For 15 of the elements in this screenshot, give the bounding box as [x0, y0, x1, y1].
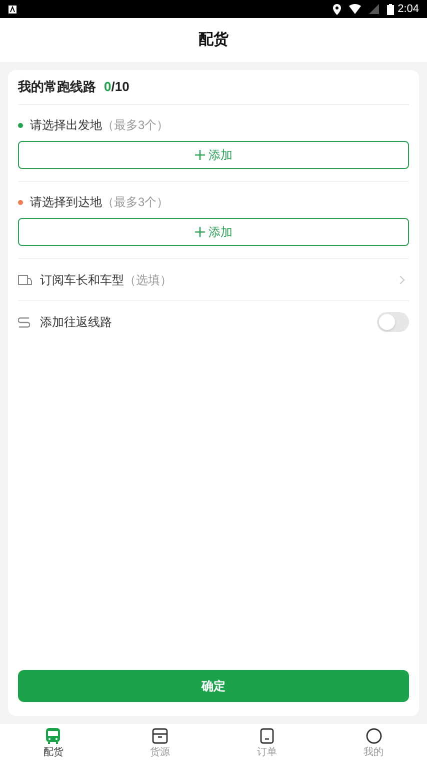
page-title: 配货 — [198, 30, 228, 50]
add-button[interactable]: 添加 — [18, 141, 409, 169]
clock-time: 2:04 — [398, 2, 419, 17]
confirm-button[interactable]: 确定 — [18, 670, 409, 702]
field-label: 请选择出发地（最多3个） — [30, 117, 169, 134]
option-label: 添加往返线路 — [40, 314, 113, 331]
field-label: 请选择到达地（最多3个） — [30, 194, 169, 211]
section-title: 我的常跑线路 — [18, 78, 96, 96]
nav-tab[interactable]: 货源 — [106, 724, 214, 760]
route-count: 0/10 — [104, 78, 130, 96]
nav-tab[interactable]: 我的 — [320, 724, 427, 760]
add-button[interactable]: 添加 — [18, 218, 409, 246]
nav-tab[interactable]: 订单 — [214, 724, 320, 760]
option-label[interactable]: 订阅车长和车型（选填） — [40, 270, 399, 288]
nav-tab[interactable]: 配货 — [0, 724, 107, 760]
